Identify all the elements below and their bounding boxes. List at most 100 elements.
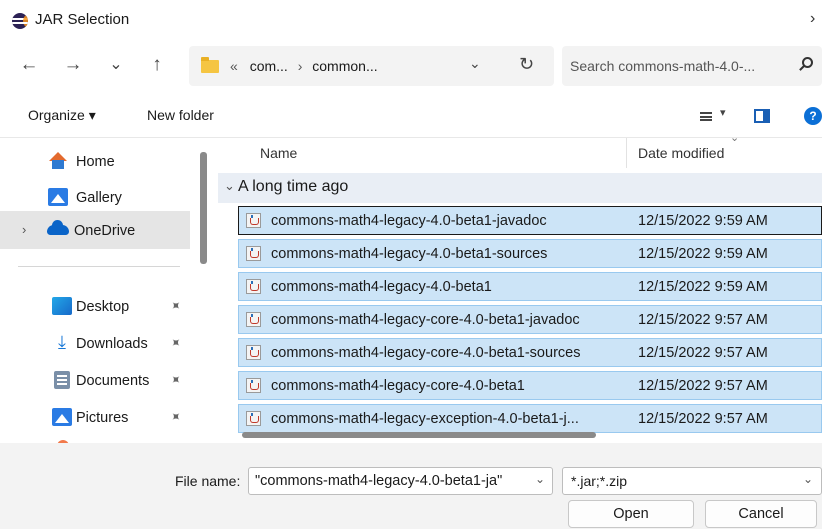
title-bar: JAR Selection › <box>0 0 822 40</box>
file-row[interactable]: commons-math4-legacy-4.0-beta1-sources 1… <box>238 239 822 268</box>
refresh-icon[interactable]: ↻ <box>519 54 534 75</box>
window-title: JAR Selection <box>35 11 130 28</box>
file-row[interactable]: commons-math4-legacy-4.0-beta1 12/15/202… <box>238 272 822 301</box>
folder-icon <box>201 57 219 73</box>
command-bar: Organize ▾ New folder ▾ ? <box>0 92 822 138</box>
address-bar[interactable]: « com... › common... ⌄ ↻ <box>189 46 554 86</box>
eclipse-app-icon <box>12 13 28 29</box>
gallery-icon <box>48 188 68 206</box>
navigation-bar: ← → ⌄ ↑ « com... › common... ⌄ ↻ Search … <box>0 40 822 92</box>
breadcrumb-item[interactable]: com... <box>250 58 288 74</box>
file-row[interactable]: commons-math4-legacy-exception-4.0-beta1… <box>238 404 822 433</box>
sidebar-item-label: Home <box>76 154 115 170</box>
pictures-icon <box>52 408 72 426</box>
file-name-field[interactable]: "commons-math4-legacy-4.0-beta1-ja" ⌄ <box>248 467 553 495</box>
sidebar-item-desktop[interactable]: Desktop ✦ <box>0 287 190 325</box>
new-folder-button[interactable]: New folder <box>147 107 214 123</box>
open-button[interactable]: Open <box>568 500 694 528</box>
search-box[interactable]: Search commons-math-4.0-... <box>562 46 822 86</box>
breadcrumb-separator: › <box>297 58 303 74</box>
sidebar-item-documents[interactable]: Documents ✦ <box>0 361 190 399</box>
jar-file-icon <box>246 279 261 294</box>
view-dropdown-icon[interactable]: ▾ <box>720 106 726 119</box>
jar-file-icon <box>246 213 261 228</box>
file-row[interactable]: commons-math4-legacy-core-4.0-beta1-java… <box>238 305 822 334</box>
breadcrumb-item[interactable]: common... <box>312 58 377 74</box>
sidebar-divider <box>18 266 180 267</box>
file-date: 12/15/2022 9:59 AM <box>638 246 768 262</box>
forward-button[interactable]: → <box>60 52 86 78</box>
downloads-icon: ⤓ <box>58 332 66 352</box>
back-button[interactable]: ← <box>16 52 42 78</box>
pin-icon: ✦ <box>166 296 185 315</box>
group-label: A long time ago <box>238 178 349 195</box>
sidebar-item-label: Downloads <box>76 336 148 352</box>
desktop-icon <box>52 297 72 315</box>
footer-bar: File name: "commons-math4-legacy-4.0-bet… <box>0 443 822 529</box>
search-input[interactable]: Search commons-math-4.0-... <box>570 58 755 74</box>
sidebar-scrollbar[interactable] <box>200 152 207 264</box>
file-date: 12/15/2022 9:57 AM <box>638 345 768 361</box>
file-row[interactable]: commons-math4-legacy-core-4.0-beta1 12/1… <box>238 371 822 400</box>
up-button[interactable]: ↑ <box>144 52 170 78</box>
column-header-date-modified[interactable]: Date modified <box>638 145 724 161</box>
column-header-name[interactable]: Name <box>260 145 297 161</box>
file-name: commons-math4-legacy-exception-4.0-beta1… <box>271 411 579 427</box>
onedrive-icon <box>47 220 69 235</box>
file-date: 12/15/2022 9:57 AM <box>638 411 768 427</box>
sidebar-item-pictures[interactable]: Pictures ✦ <box>0 398 190 436</box>
collapse-chevron-icon[interactable]: ⌄ <box>224 178 235 194</box>
file-row[interactable]: commons-math4-legacy-4.0-beta1-javadoc 1… <box>238 206 822 235</box>
file-type-value: *.jar;*.zip <box>571 473 628 489</box>
file-row[interactable]: commons-math4-legacy-core-4.0-beta1-sour… <box>238 338 822 367</box>
close-button[interactable]: › <box>810 10 815 28</box>
help-icon[interactable]: ? <box>804 107 822 125</box>
file-name-label: File name: <box>175 473 241 489</box>
pin-icon: ✦ <box>166 407 185 426</box>
column-header-row: Name ⌄ Date modified <box>214 138 822 174</box>
address-dropdown-icon[interactable]: ⌄ <box>469 55 481 72</box>
file-name: commons-math4-legacy-core-4.0-beta1-sour… <box>271 345 581 361</box>
file-date: 12/15/2022 9:57 AM <box>638 378 768 394</box>
jar-file-icon <box>246 378 261 393</box>
organize-button[interactable]: Organize ▾ <box>28 107 96 124</box>
breadcrumb-overflow[interactable]: « <box>230 58 238 74</box>
file-type-dropdown-icon[interactable]: ⌄ <box>803 472 813 486</box>
pin-icon: ✦ <box>166 370 185 389</box>
group-header[interactable]: ⌄ A long time ago <box>218 173 822 203</box>
jar-file-icon <box>246 411 261 426</box>
jar-file-icon <box>246 345 261 360</box>
expand-chevron-icon[interactable]: › <box>22 222 26 237</box>
file-type-select[interactable]: *.jar;*.zip ⌄ <box>562 467 822 495</box>
sort-arrow-icon: ⌄ <box>730 138 740 144</box>
navigation-pane: Home Gallery › OneDrive Desktop ✦ ⤓ Down… <box>0 138 214 446</box>
view-options-icon[interactable] <box>700 112 712 121</box>
column-divider[interactable] <box>626 138 627 168</box>
file-date: 12/15/2022 9:57 AM <box>638 312 768 328</box>
sidebar-item-home[interactable]: Home <box>0 142 190 180</box>
file-name: commons-math4-legacy-core-4.0-beta1 <box>271 378 525 394</box>
sidebar-item-label: Pictures <box>76 410 129 426</box>
file-name-value[interactable]: "commons-math4-legacy-4.0-beta1-ja" <box>255 473 525 489</box>
file-list: Name ⌄ Date modified ⌄ A long time ago c… <box>214 138 822 443</box>
breadcrumb: « com... › common... <box>230 58 378 74</box>
jar-file-icon <box>246 246 261 261</box>
preview-pane-icon[interactable] <box>754 109 770 123</box>
file-name: commons-math4-legacy-4.0-beta1-sources <box>271 246 548 262</box>
file-name: commons-math4-legacy-4.0-beta1 <box>271 279 492 295</box>
search-icon[interactable] <box>802 57 813 68</box>
sidebar-item-label: Gallery <box>76 190 122 206</box>
sidebar-item-onedrive[interactable]: › OneDrive <box>0 211 190 249</box>
cancel-button[interactable]: Cancel <box>705 500 817 528</box>
documents-icon <box>54 371 70 389</box>
sidebar-item-downloads[interactable]: ⤓ Downloads ✦ <box>0 324 190 362</box>
jar-file-icon <box>246 312 261 327</box>
sidebar-item-label: Documents <box>76 373 150 389</box>
file-date: 12/15/2022 9:59 AM <box>638 213 768 229</box>
file-name-dropdown-icon[interactable]: ⌄ <box>535 472 545 486</box>
pin-icon: ✦ <box>166 333 185 352</box>
home-icon <box>48 152 68 170</box>
file-date: 12/15/2022 9:59 AM <box>638 279 768 295</box>
horizontal-scrollbar[interactable] <box>242 432 596 438</box>
recent-locations-button[interactable]: ⌄ <box>103 52 129 78</box>
